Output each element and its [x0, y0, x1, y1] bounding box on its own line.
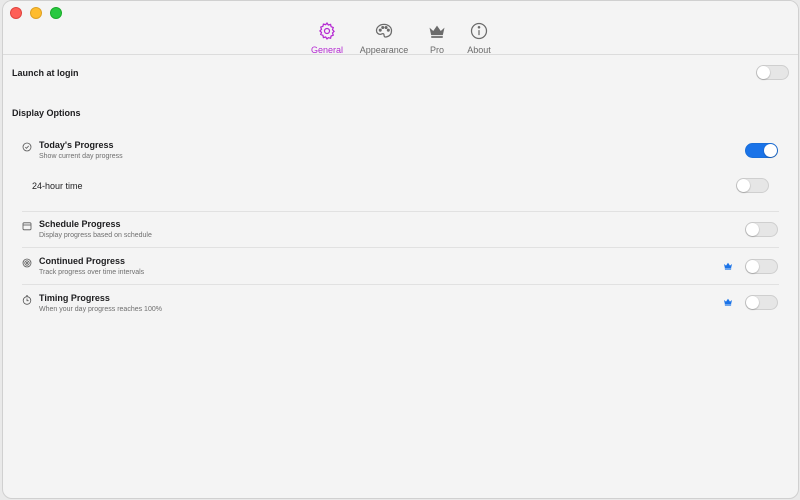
todays-progress-row: Today's Progress Show current day progre…	[22, 140, 779, 164]
tab-label: Appearance	[359, 45, 409, 55]
calendar-icon	[22, 222, 32, 231]
gear-icon	[319, 22, 335, 40]
palette-icon	[375, 23, 393, 38]
crown-icon	[429, 25, 445, 38]
toggle-knob	[746, 260, 759, 273]
toggle-knob	[764, 144, 777, 157]
schedule-progress-subtitle: Display progress based on schedule	[39, 232, 152, 239]
todays-progress-title: Today's Progress	[39, 140, 114, 150]
toolbar: General Appearance Pro About	[3, 1, 798, 55]
clock-check-icon	[22, 142, 32, 152]
zoom-button[interactable]	[50, 7, 62, 19]
schedule-progress-text: Schedule Progress Display progress based…	[39, 219, 152, 239]
toggle-knob	[746, 296, 759, 309]
divider	[22, 211, 779, 212]
launch-at-login-label: Launch at login	[12, 68, 79, 78]
minimize-button[interactable]	[30, 7, 42, 19]
timing-progress-row: Timing Progress When your day progress r…	[22, 293, 779, 317]
tab-label: Pro	[429, 45, 444, 55]
close-button[interactable]	[10, 7, 22, 19]
hour24-toggle[interactable]	[736, 178, 769, 193]
pro-crown-icon	[724, 298, 732, 306]
toggle-knob	[757, 66, 770, 79]
timing-progress-toggle[interactable]	[745, 295, 778, 310]
continued-progress-row: Continued Progress Track progress over t…	[22, 256, 779, 280]
tab-label: General	[310, 45, 344, 55]
continued-progress-subtitle: Track progress over time intervals	[39, 269, 145, 276]
target-icon	[22, 258, 32, 268]
launch-at-login-toggle[interactable]	[756, 65, 789, 80]
divider	[22, 247, 779, 248]
tab-label: About	[467, 45, 491, 55]
todays-progress-text: Today's Progress Show current day progre…	[39, 140, 123, 160]
timer-icon	[22, 295, 32, 305]
settings-window: General Appearance Pro About Launch at l…	[2, 0, 799, 499]
toggle-knob	[746, 223, 759, 236]
general-pane: Launch at login Display Options Today's …	[3, 56, 798, 498]
timing-progress-subtitle: When your day progress reaches 100%	[39, 306, 162, 313]
pro-crown-icon	[724, 262, 732, 270]
continued-progress-text: Continued Progress Track progress over t…	[39, 256, 144, 276]
schedule-progress-title: Schedule Progress	[39, 219, 121, 229]
schedule-progress-row: Schedule Progress Display progress based…	[22, 219, 779, 243]
display-options-heading: Display Options	[12, 108, 81, 118]
tab-about[interactable]: About	[447, 21, 511, 55]
toggle-knob	[737, 179, 750, 192]
timing-progress-title: Timing Progress	[39, 293, 110, 303]
schedule-progress-toggle[interactable]	[745, 222, 778, 237]
tab-general[interactable]: General	[295, 21, 359, 55]
todays-progress-subtitle: Show current day progress	[39, 153, 123, 160]
hour24-label: 24-hour time	[32, 181, 83, 191]
continued-progress-title: Continued Progress	[39, 256, 126, 266]
todays-progress-toggle[interactable]	[745, 143, 778, 158]
continued-progress-toggle[interactable]	[745, 259, 778, 274]
preferences-tabs: General Appearance Pro About	[3, 21, 798, 55]
timing-progress-text: Timing Progress When your day progress r…	[39, 293, 162, 313]
divider	[22, 284, 779, 285]
info-icon	[470, 22, 488, 40]
window-controls	[10, 7, 62, 19]
